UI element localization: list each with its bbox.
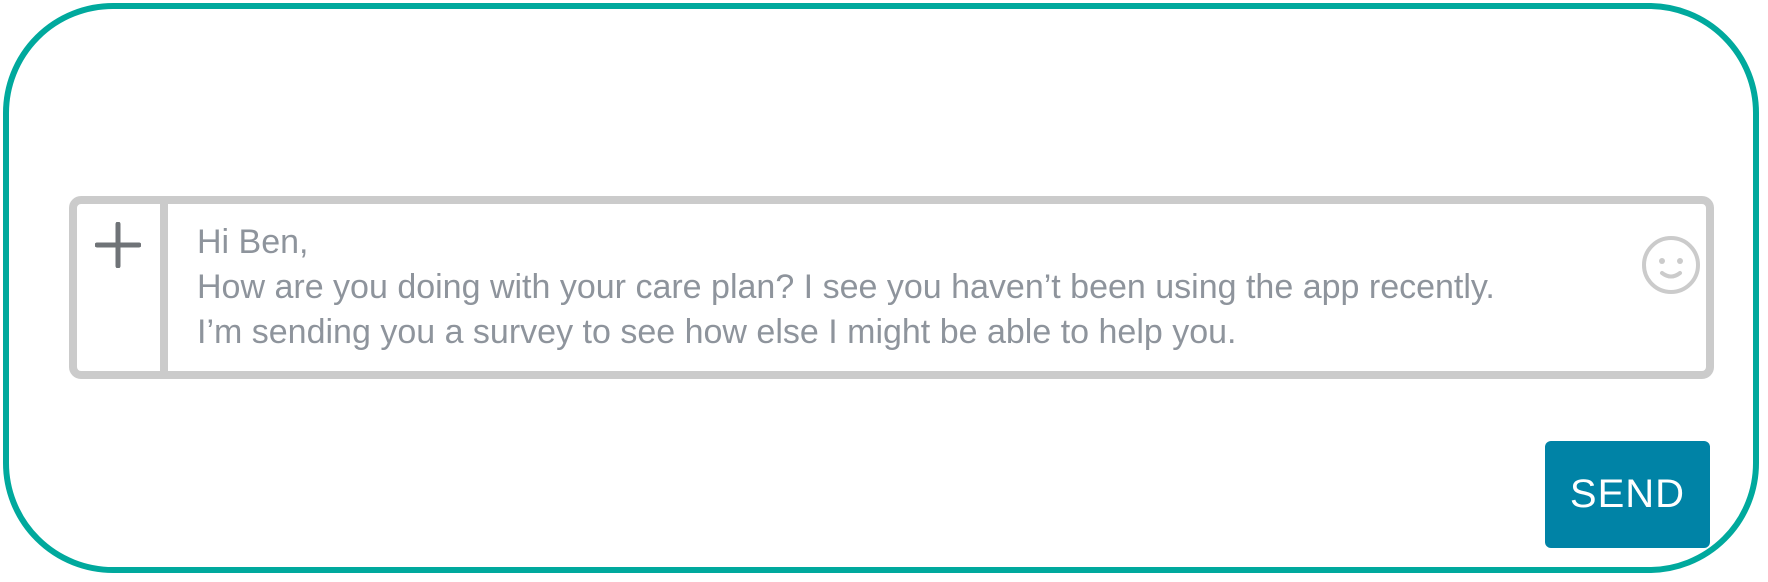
smiley-icon [1642, 236, 1700, 294]
message-composer: Hi Ben, How are you doing with your care… [69, 196, 1714, 379]
attach-button[interactable] [95, 222, 141, 268]
send-button[interactable]: SEND [1545, 441, 1710, 548]
message-area: Hi Ben, How are you doing with your care… [168, 204, 1706, 371]
message-input[interactable]: Hi Ben, How are you doing with your care… [197, 220, 1637, 355]
message-card: Hi Ben, How are you doing with your care… [3, 3, 1759, 573]
plus-icon [95, 222, 141, 268]
attach-area [77, 204, 168, 371]
emoji-button[interactable] [1640, 234, 1702, 296]
